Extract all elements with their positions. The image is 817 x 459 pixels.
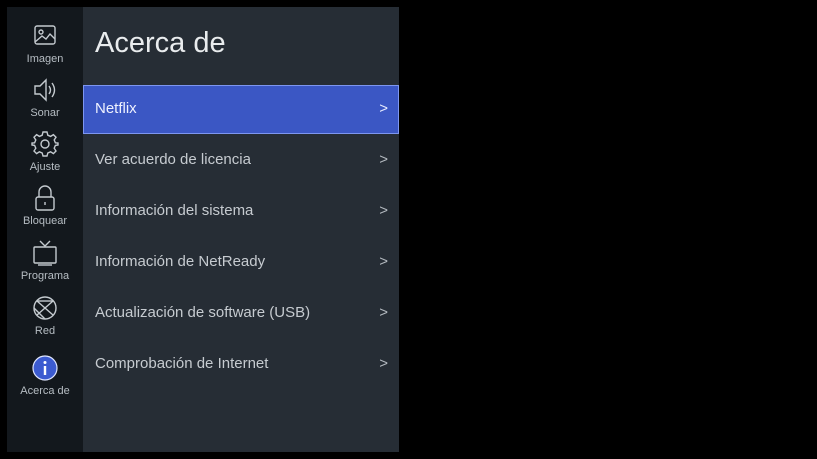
tv-icon [33,240,57,266]
chevron-right-icon: > [379,202,388,219]
preview-area [399,7,809,452]
sidebar-item-bloquear[interactable]: Bloquear [7,182,83,234]
sidebar-item-ajuste[interactable]: Ajuste [7,128,83,180]
menu-item-internet-check[interactable]: Comprobación de Internet > [83,340,399,389]
sidebar-item-programa[interactable]: Programa [7,237,83,289]
sidebar-item-sonar[interactable]: Sonar [7,74,83,126]
menu-item-label: Información de NetReady [95,253,266,270]
chevron-right-icon: > [379,355,388,372]
page-title: Acerca de [95,27,226,59]
sidebar-item-label: Sonar [30,107,60,119]
info-icon [32,355,58,381]
chevron-right-icon: > [379,304,388,321]
sidebar-item-label: Red [34,325,56,337]
sidebar-item-red[interactable]: Red [7,292,83,344]
menu-item-system-info[interactable]: Información del sistema > [83,187,399,236]
settings-sidebar: Imagen Sonar Ajuste Bloquear Programa Re… [7,7,83,452]
about-panel: Acerca de Netflix > Ver acuerdo de licen… [83,7,399,452]
tv-settings-screen: Imagen Sonar Ajuste Bloquear Programa Re… [7,7,809,452]
chevron-right-icon: > [379,151,388,168]
lock-icon [35,185,55,211]
sidebar-item-acerca-de[interactable]: Acerca de [7,352,83,404]
sidebar-item-label: Imagen [26,53,64,65]
sidebar-item-imagen[interactable]: Imagen [7,20,83,72]
chevron-right-icon: > [379,100,388,117]
menu-item-software-update-usb[interactable]: Actualización de software (USB) > [83,289,399,338]
sidebar-item-label: Acerca de [20,385,70,397]
menu-item-label: Comprobación de Internet [95,355,269,372]
menu-item-license-agreement[interactable]: Ver acuerdo de licencia > [83,136,399,185]
image-icon [34,25,56,45]
speaker-icon [34,78,56,102]
menu-item-label: Ver acuerdo de licencia [95,151,251,168]
menu-item-label: Netflix [95,100,137,117]
chevron-right-icon: > [379,253,388,270]
sidebar-item-label: Ajuste [29,161,61,173]
menu-item-netready-info[interactable]: Información de NetReady > [83,238,399,287]
menu-item-label: Información del sistema [95,202,254,219]
network-globe-icon [33,296,57,320]
sidebar-item-label: Programa [20,270,70,282]
menu-item-label: Actualización de software (USB) [95,304,311,321]
gear-icon [31,131,59,157]
menu-item-netflix[interactable]: Netflix > [83,85,399,134]
sidebar-item-label: Bloquear [22,215,68,227]
